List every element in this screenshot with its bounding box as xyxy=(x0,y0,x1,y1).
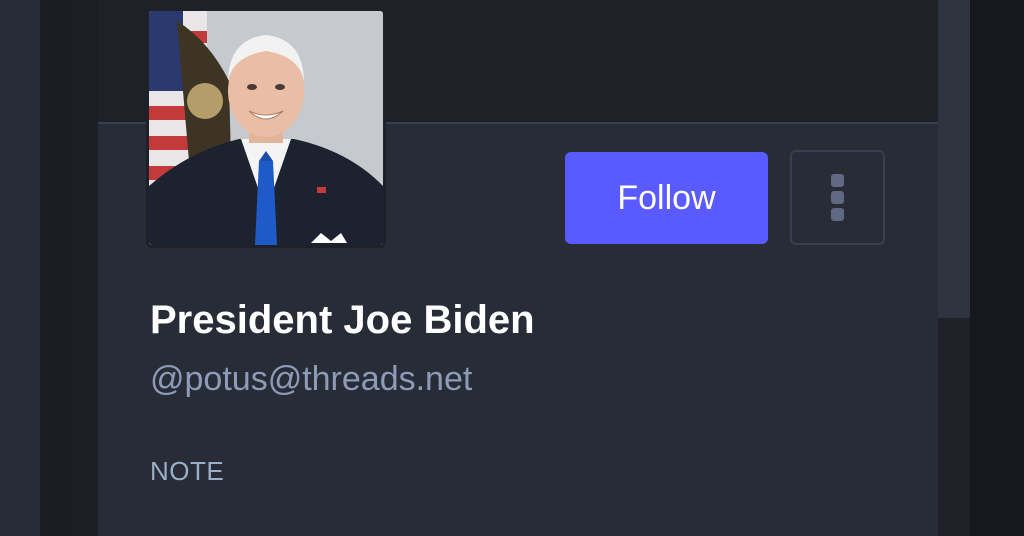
note-section-label: NOTE xyxy=(150,456,225,486)
more-options-button[interactable] xyxy=(790,150,885,245)
right-edge xyxy=(970,0,1024,536)
kebab-menu-icon-dot xyxy=(831,191,844,204)
left-gutter xyxy=(40,0,72,536)
follow-button[interactable]: Follow xyxy=(565,152,768,244)
kebab-menu-icon xyxy=(831,174,844,187)
avatar-portrait-image xyxy=(149,11,383,245)
account-handle[interactable]: @potus@threads.net xyxy=(150,360,472,399)
display-name: President Joe Biden xyxy=(150,298,535,342)
left-sidebar-edge xyxy=(0,0,40,536)
scrollbar-thumb[interactable] xyxy=(938,0,970,318)
kebab-menu-icon-dot xyxy=(831,208,844,221)
avatar[interactable] xyxy=(146,8,386,248)
page: Follow President Joe Biden @potus@thread… xyxy=(0,0,1024,536)
